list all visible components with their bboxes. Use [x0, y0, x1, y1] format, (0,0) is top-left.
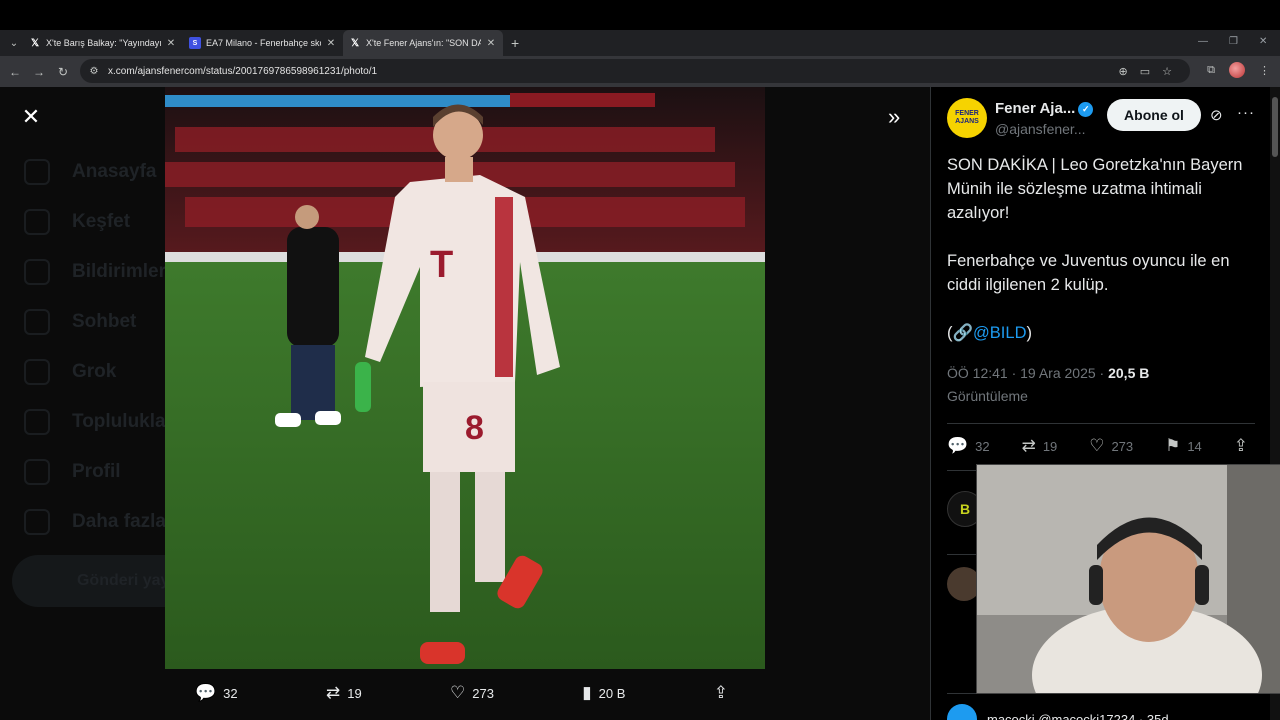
repost-button[interactable]: ⇄ 19	[326, 683, 362, 703]
cast-icon[interactable]: ▭	[1140, 65, 1150, 78]
forward-icon[interactable]: →	[27, 65, 51, 79]
tab-close-icon[interactable]: ✕	[165, 38, 177, 49]
bookmark-icon: ⚑	[1165, 436, 1181, 455]
share-icon: ⇪	[713, 683, 728, 702]
minimize-icon[interactable]: —	[1198, 36, 1208, 47]
webcam-overlay	[976, 464, 1280, 694]
tab-title: EA7 Milano - Fenerbahçe skoru	[206, 38, 321, 48]
tab-search-icon[interactable]: ⌄	[5, 34, 23, 52]
share-button[interactable]: ⇪	[1234, 436, 1255, 456]
search-icon	[24, 209, 50, 235]
author-avatar[interactable]: FENER AJANS	[947, 98, 987, 138]
views-chart-icon: ▮	[582, 683, 592, 702]
author-name[interactable]: Fener Aja... ✓	[995, 100, 1094, 117]
photo-action-bar: 💬 32 ⇄ 19 ♡ 273 ▮ 20 B ⇪	[165, 679, 765, 707]
photo-viewer: Anasayfa Keşfet Bildirimler Sohbet Grok …	[0, 87, 930, 720]
browser-tab[interactable]: S EA7 Milano - Fenerbahçe skoru ✕	[183, 30, 343, 56]
tweet-source: (🔗@BILD)	[947, 324, 1032, 342]
views-label: Görüntüleme	[947, 388, 1028, 404]
profile-avatar[interactable]	[1229, 62, 1245, 78]
zoom-icon[interactable]: ⊕	[1119, 65, 1128, 78]
tab-title: X'te Barış Balkay: "Yayındayım. R	[46, 38, 161, 48]
reply-author-avatar	[947, 704, 977, 720]
address-bar[interactable]: ⚙ x.com/ajansfenercom/status/20017697865…	[80, 59, 1190, 83]
grok-icon[interactable]: ⊘	[1210, 106, 1223, 124]
reload-icon[interactable]: ↻	[51, 65, 75, 79]
reply-icon: 💬	[195, 683, 217, 702]
expand-panel-icon[interactable]: »	[888, 104, 900, 130]
like-button[interactable]: ♡ 273	[450, 683, 494, 703]
browser-tab-strip: ⌄ 𝕏 X'te Barış Balkay: "Yayındayım. R ✕ …	[0, 30, 1280, 56]
tweet-paragraph: Fenerbahçe ve Juventus oyuncu ile en cid…	[947, 252, 1230, 294]
more-options-icon[interactable]: ···	[1237, 104, 1255, 121]
verified-badge-icon: ✓	[1078, 101, 1094, 117]
divider	[947, 423, 1255, 424]
tweet-views-count: 20,5 B	[1108, 365, 1150, 381]
people-icon	[24, 409, 50, 435]
tweet-paragraph: SON DAKİKA | Leo Goretzka'nın Bayern Mün…	[947, 156, 1243, 222]
repost-button[interactable]: ⇄ 19	[1022, 436, 1058, 456]
sidebar-item-profile: Profil	[24, 459, 121, 485]
share-button[interactable]: ⇪	[714, 683, 735, 703]
x-icon: 𝕏	[350, 37, 360, 49]
tweet-meta: ÖÖ 12:41 · 19 Ara 2025 · 20,5 B Görüntül…	[947, 362, 1149, 408]
tab-close-icon[interactable]: ✕	[485, 38, 497, 49]
tweet-action-bar: 💬 32 ⇄ 19 ♡ 273 ⚑ 14 ⇪	[947, 436, 1255, 456]
window-close-icon[interactable]: ✕	[1259, 36, 1267, 47]
close-viewer-icon[interactable]: ✕	[20, 106, 42, 128]
new-tab-button[interactable]: +	[511, 35, 519, 51]
player-photo-image: T 8	[165, 87, 765, 669]
home-icon	[24, 159, 50, 185]
svg-text:T: T	[430, 244, 453, 286]
url-text: x.com/ajansfenercom/status/2001769786598…	[108, 65, 378, 77]
mail-icon	[24, 309, 50, 335]
heart-icon: ♡	[450, 683, 466, 702]
x-icon: 𝕏	[30, 37, 40, 49]
grok-icon	[24, 359, 50, 385]
browser-menu-icon[interactable]: ⋮	[1259, 64, 1270, 77]
reply-icon: 💬	[947, 436, 969, 455]
views-button[interactable]: ▮ 20 B	[582, 683, 625, 703]
user-icon	[24, 459, 50, 485]
bookmark-button[interactable]: ⚑ 14	[1165, 436, 1202, 456]
bild-link[interactable]: @BILD	[973, 324, 1026, 342]
back-icon[interactable]: ←	[3, 65, 27, 79]
restore-icon[interactable]: ❐	[1229, 36, 1238, 47]
sidebar-item-communities: Topluluklar	[24, 409, 173, 435]
site-info-icon[interactable]: ⚙	[86, 66, 102, 77]
tweet-text: SON DAKİKA | Leo Goretzka'nın Bayern Mün…	[947, 153, 1257, 369]
sidebar-item-notifications: Bildirimler	[24, 259, 166, 285]
sidebar-item-chat: Sohbet	[24, 309, 136, 335]
reply-button[interactable]: 💬 32	[947, 436, 990, 456]
follow-button[interactable]: Abone ol	[1107, 99, 1201, 131]
reply-header[interactable]: macocki @macocki17234 · 35d	[947, 704, 1169, 720]
sidebar-item-grok: Grok	[24, 359, 116, 385]
tab-title: X'te Fener Ajans'ın: "SON DAKİ	[366, 38, 481, 48]
more-circle-icon	[24, 509, 50, 535]
ea7-icon: S	[189, 37, 201, 49]
author-handle[interactable]: @ajansfener...	[995, 121, 1086, 137]
browser-tab[interactable]: 𝕏 X'te Barış Balkay: "Yayındayım. R ✕	[23, 30, 183, 56]
bell-icon	[24, 259, 50, 285]
like-button[interactable]: ♡ 273	[1089, 436, 1133, 456]
sidebar-item-more: Daha fazla	[24, 509, 166, 535]
browser-tab-active[interactable]: 𝕏 X'te Fener Ajans'ın: "SON DAKİ ✕	[343, 30, 503, 56]
sidebar-item-explore: Keşfet	[24, 209, 130, 235]
svg-text:8: 8	[465, 409, 484, 447]
browser-toolbar: ← → ↻ ⚙ x.com/ajansfenercom/status/20017…	[0, 56, 1280, 87]
extensions-icon[interactable]: ⧉	[1207, 64, 1215, 77]
heart-icon: ♡	[1089, 436, 1105, 455]
repost-icon: ⇄	[325, 683, 341, 702]
repost-icon: ⇄	[1021, 436, 1036, 455]
scrollbar-thumb[interactable]	[1272, 97, 1278, 157]
share-icon: ⇪	[1233, 436, 1248, 455]
tweet-photo: T 8	[165, 87, 765, 669]
os-top-bar	[0, 0, 1280, 30]
sidebar-item-home: Anasayfa	[24, 159, 157, 185]
tab-close-icon[interactable]: ✕	[325, 38, 337, 49]
webcam-image	[977, 465, 1280, 693]
reply-button[interactable]: 💬 32	[195, 683, 238, 703]
bookmark-star-icon[interactable]: ☆	[1162, 65, 1172, 78]
tweet-timestamp[interactable]: ÖÖ 12:41 · 19 Ara 2025 ·	[947, 365, 1108, 381]
